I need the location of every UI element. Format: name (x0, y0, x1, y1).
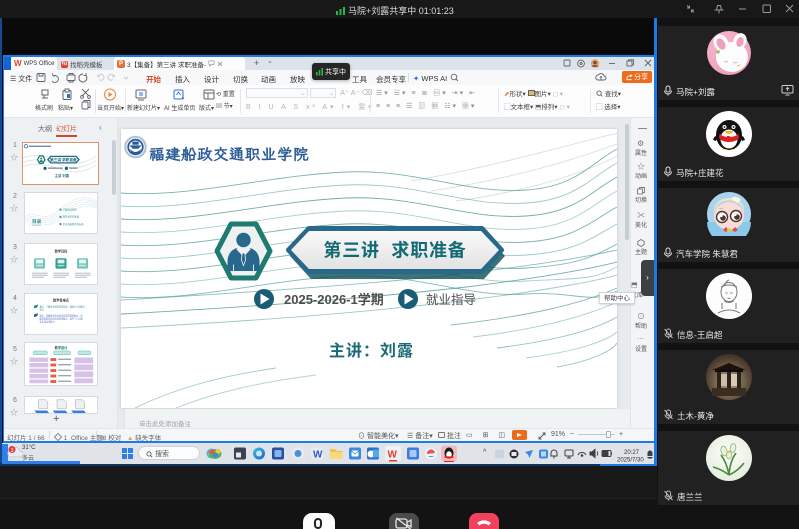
svg-text:2025-2026-1学期: 2025-2026-1学期 (284, 292, 384, 307)
svg-text:重点：了解就业形势选择就业，做到心中有数并: 重点：了解就业形势选择就业，做到心中有数并 (40, 305, 86, 309)
svg-text:就业指导: 就业指导 (426, 292, 476, 307)
svg-text:目录: 目录 (32, 218, 42, 225)
svg-text:企业选拔简历的标准: 企业选拔简历的标准 (63, 222, 84, 226)
svg-text:简历制作的准备: 简历制作的准备 (63, 215, 80, 219)
svg-text:20:27: 20:27 (624, 450, 640, 456)
svg-text:W: W (313, 450, 323, 461)
svg-text:2025/7/30: 2025/7/30 (617, 458, 644, 464)
svg-text:福建船政交通职业学院: 福建船政交通职业学院 (149, 145, 309, 165)
svg-text:教学目标: 教学目标 (55, 248, 69, 253)
svg-text:难点：掌握就业有关伪劣信息判别的能力，并: 难点：掌握就业有关伪劣信息判别的能力，并 (40, 313, 84, 317)
svg-text:教学设计: 教学设计 (55, 345, 69, 350)
svg-text:3: 3 (11, 448, 14, 454)
svg-text:教学重难点: 教学重难点 (53, 297, 70, 302)
svg-text:第三讲 求职准备: 第三讲 求职准备 (323, 240, 466, 261)
svg-text:主讲：刘露: 主讲：刘露 (329, 341, 414, 360)
svg-text:W: W (388, 450, 398, 461)
svg-text:主讲 刘露: 主讲 刘露 (55, 173, 70, 178)
